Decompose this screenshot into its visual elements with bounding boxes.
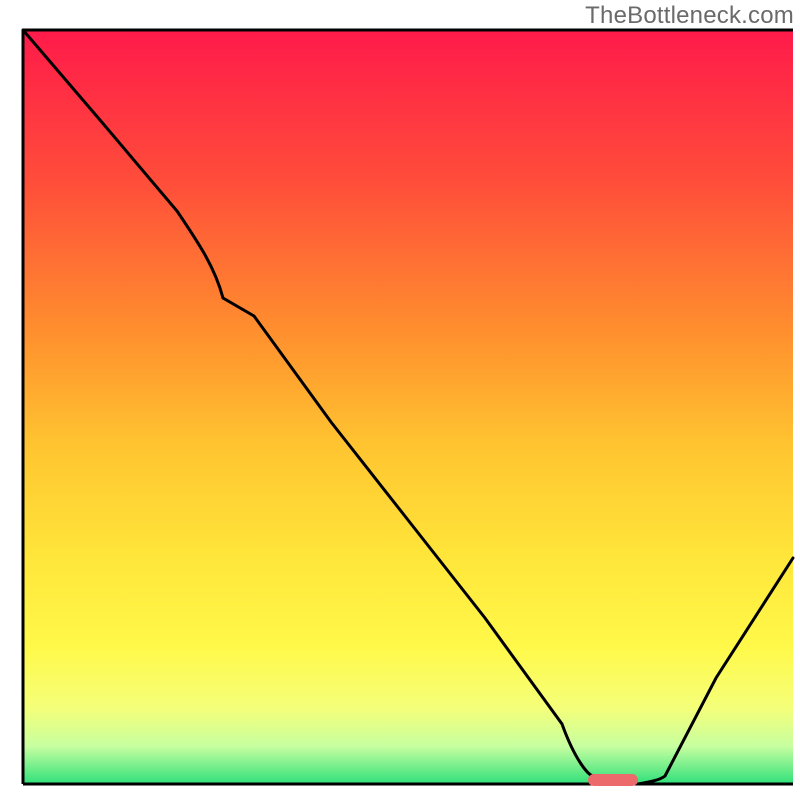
chart-container: TheBottleneck.com: [0, 0, 800, 800]
chart-background: [23, 30, 793, 784]
chart-svg: [0, 0, 800, 800]
optimal-marker: [588, 774, 638, 786]
watermark-text: TheBottleneck.com: [585, 2, 794, 30]
